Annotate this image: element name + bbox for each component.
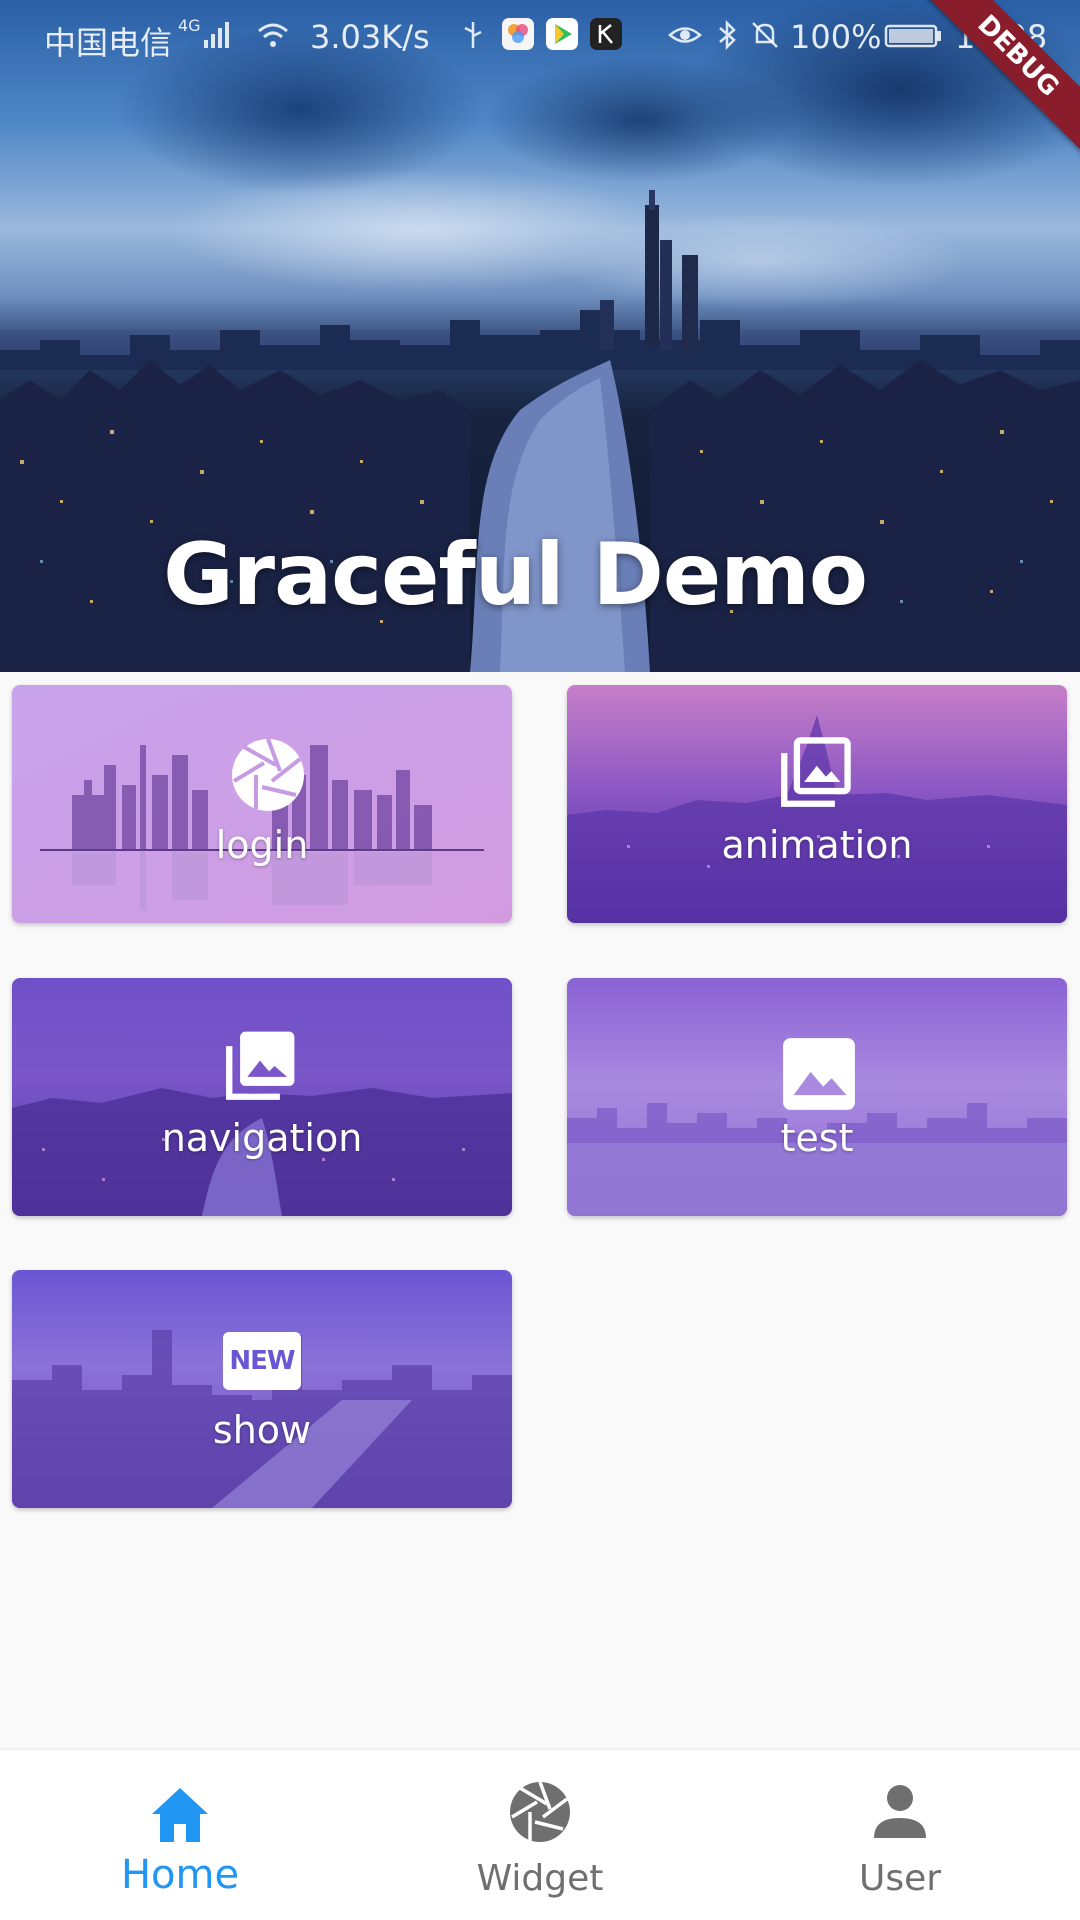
aperture-icon xyxy=(510,1781,570,1842)
battery-icon xyxy=(884,24,941,48)
new-badge-text: NEW xyxy=(229,1346,295,1376)
nav-item-user[interactable]: User xyxy=(720,1750,1080,1920)
nav-label: User xyxy=(858,1858,942,1899)
app-notification-icon-photos xyxy=(502,18,534,50)
network-speed-label: 3.03K/s xyxy=(310,18,430,56)
image-icon xyxy=(783,1038,855,1110)
nav-label: Widget xyxy=(476,1858,604,1899)
card-show[interactable]: NEW show xyxy=(12,1270,512,1508)
card-label: show xyxy=(212,1408,312,1452)
card-label: navigation xyxy=(161,1116,363,1160)
home-icon xyxy=(152,1788,208,1842)
app-notification-icon-k xyxy=(590,18,622,50)
bluetooth-icon xyxy=(719,19,736,51)
new-badge-icon: NEW xyxy=(223,1332,301,1390)
card-label: test xyxy=(780,1116,854,1160)
battery-percent-label: 100% xyxy=(790,18,882,56)
bottom-navigation-bar: Home Widget User xyxy=(0,1750,1080,1920)
card-test[interactable]: test xyxy=(567,978,1067,1216)
mute-bell-icon xyxy=(752,22,778,48)
nav-item-widget[interactable]: Widget xyxy=(360,1750,720,1920)
carrier-label: 中国电信 xyxy=(44,24,173,62)
card-animation[interactable]: animation xyxy=(567,685,1067,923)
hero-title: Graceful Demo xyxy=(163,525,868,625)
card-login[interactable]: login xyxy=(12,685,512,923)
signal-icon xyxy=(204,22,229,48)
network-type-label: 4G xyxy=(178,16,201,35)
nav-item-home[interactable]: Home xyxy=(0,1750,360,1920)
hero-banner: 中国电信 4G 3.03K/s 100% Graceful Demo xyxy=(0,0,1080,672)
wifi-icon xyxy=(258,23,288,47)
card-navigation[interactable]: navigation xyxy=(12,978,512,1216)
aperture-icon xyxy=(232,738,304,811)
person-icon xyxy=(874,1785,926,1838)
card-label: animation xyxy=(721,823,913,867)
nav-label: Home xyxy=(120,1852,240,1898)
photo-library-icon xyxy=(226,1031,295,1100)
card-label: login xyxy=(215,823,309,867)
eye-icon xyxy=(668,27,702,43)
status-bar: 中国电信 4G 3.03K/s 100% xyxy=(0,0,1080,76)
usb-icon xyxy=(464,22,482,48)
photo-library-icon xyxy=(781,737,851,807)
app-notification-icon-video xyxy=(546,18,578,50)
